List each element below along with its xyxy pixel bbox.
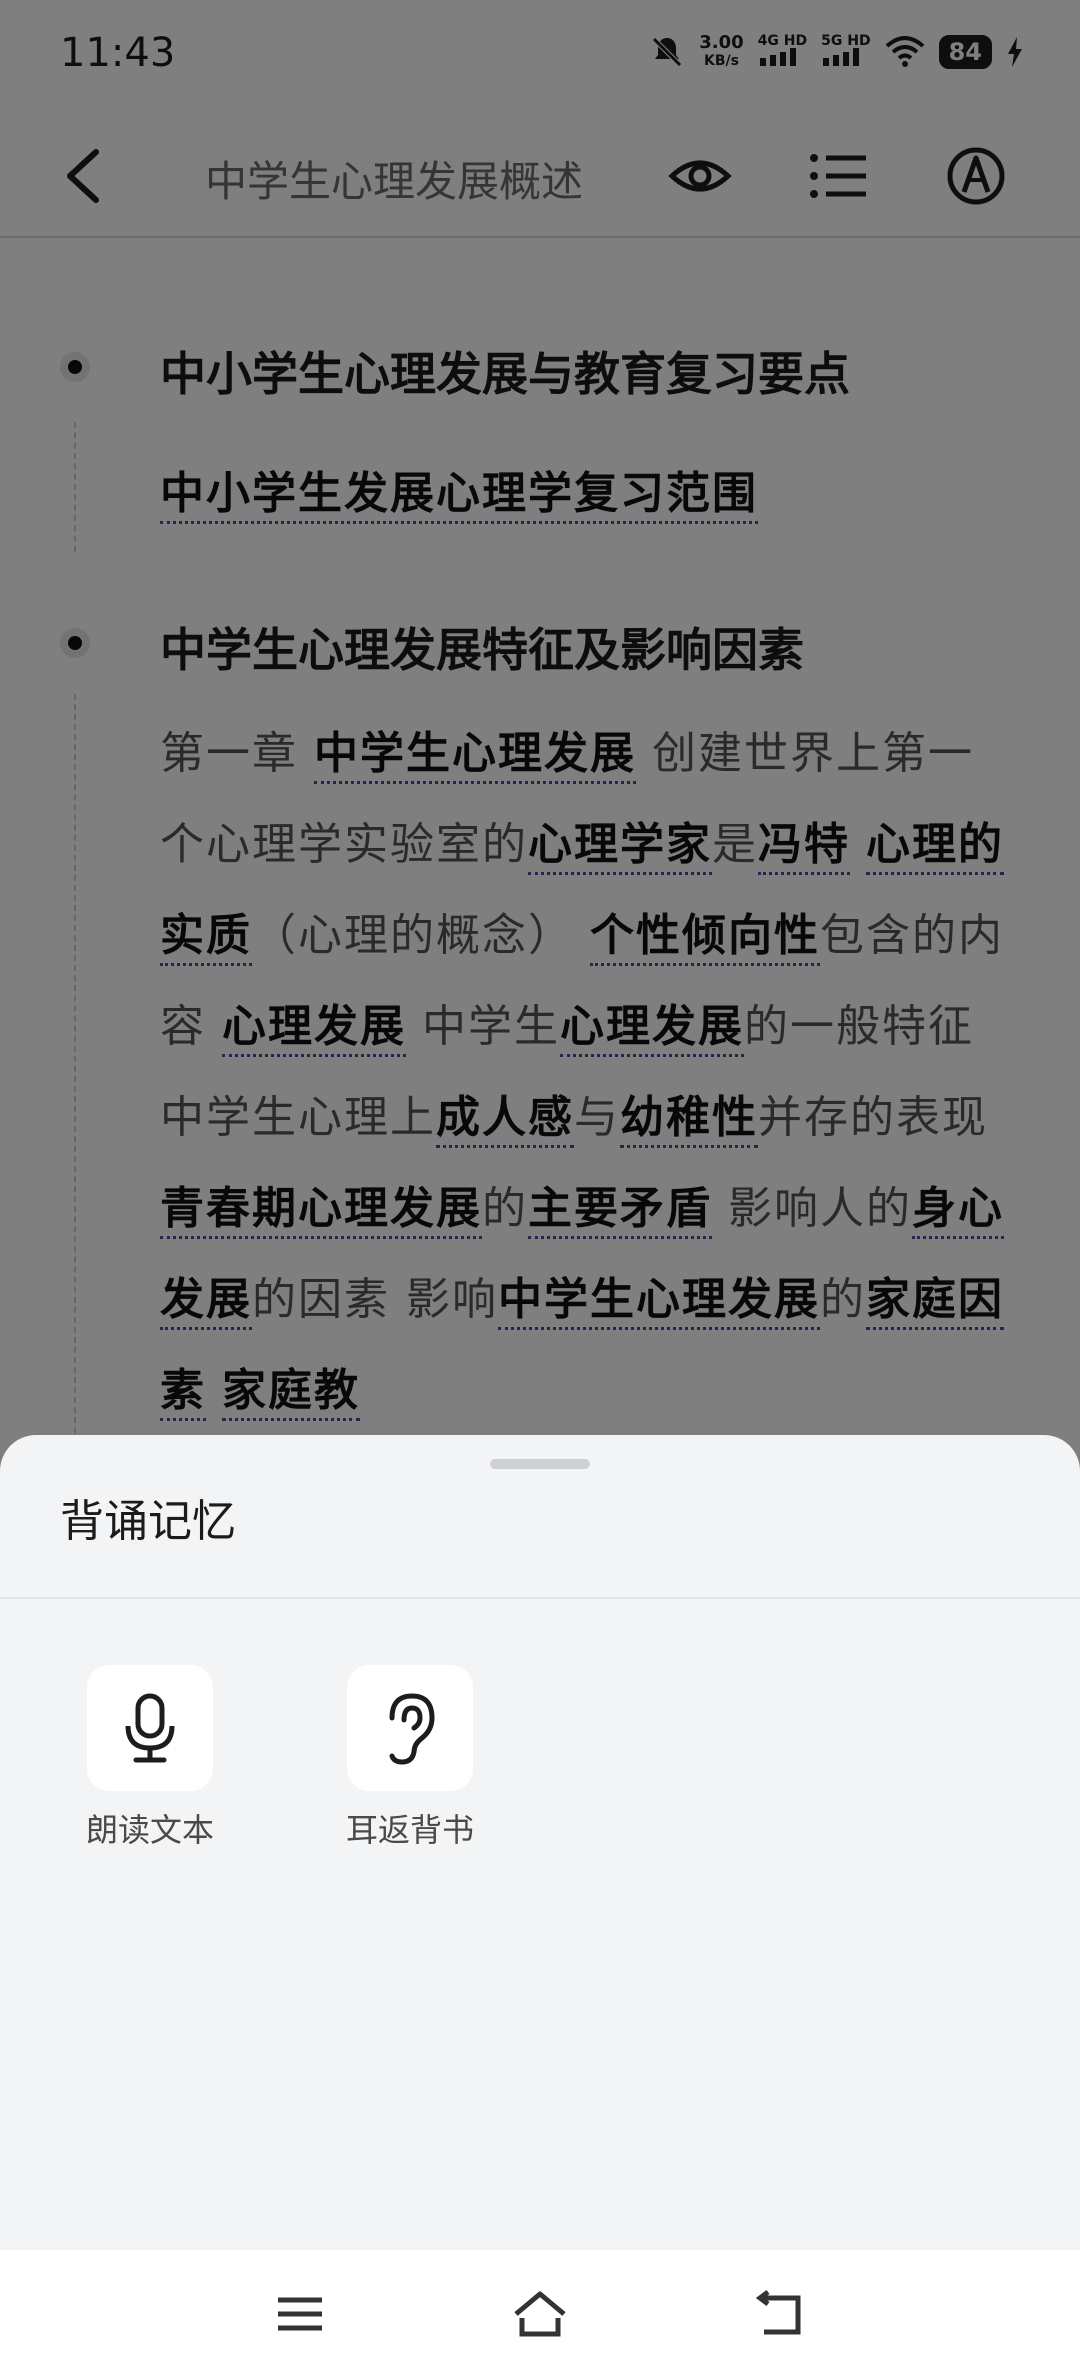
app-screen: 11:43 3.00 KB/s 4G HD 5G HD xyxy=(0,0,1080,2376)
home-icon[interactable] xyxy=(510,2284,570,2344)
option-label: 耳返背书 xyxy=(345,1811,474,1849)
option-tile[interactable] xyxy=(87,1665,213,1791)
recite-sheet: 背诵记忆 朗读文本 耳返背书 xyxy=(0,1435,1080,2250)
microphone-icon xyxy=(125,1693,175,1763)
sheet-handle[interactable] xyxy=(490,1459,590,1469)
ear-icon xyxy=(389,1693,435,1765)
divider xyxy=(0,1597,1080,1599)
read-aloud-option[interactable]: 朗读文本 xyxy=(70,1665,230,1851)
sheet-title: 背诵记忆 xyxy=(60,1496,236,1547)
ear-recite-option[interactable]: 耳返背书 xyxy=(330,1665,490,1851)
option-tile[interactable] xyxy=(347,1665,473,1791)
menu-icon[interactable] xyxy=(270,2284,330,2344)
system-nav-bar xyxy=(0,2250,1080,2376)
back-icon[interactable] xyxy=(750,2284,810,2344)
option-label: 朗读文本 xyxy=(85,1811,214,1849)
